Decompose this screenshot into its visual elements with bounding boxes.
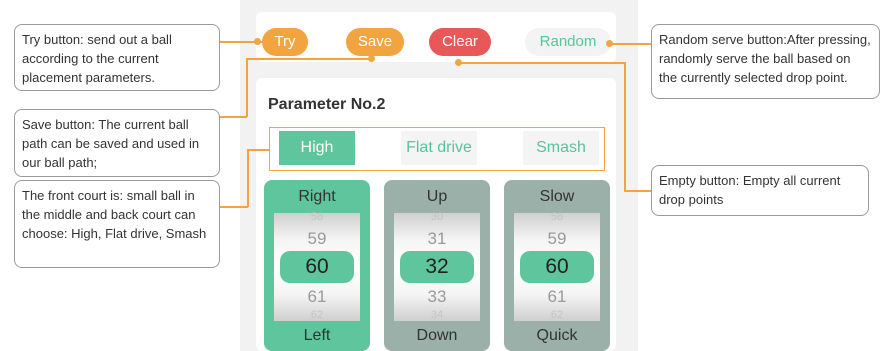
picker-top-label: Slow [539, 188, 575, 205]
picker-value: 33 [427, 287, 447, 306]
connector-dot [455, 59, 462, 66]
callout-save: Save button: The current ball path can b… [14, 109, 220, 177]
connector-dot [368, 55, 375, 62]
picker-selected-value: 60 [280, 251, 354, 283]
connector-court [247, 149, 269, 151]
connector-dot [606, 40, 613, 47]
picker-bottom-label: Down [416, 327, 458, 344]
picker-value: 59 [547, 229, 567, 248]
connector-save [246, 58, 248, 117]
clear-button[interactable]: Clear [429, 28, 491, 56]
picker-top-label: Right [298, 188, 336, 205]
connector-court [247, 149, 249, 207]
picker-value: 62 [550, 309, 564, 321]
picker-value: 31 [427, 229, 447, 248]
picker-value: 61 [307, 287, 327, 306]
connector-dot [254, 38, 261, 45]
picker-top-label: Up [426, 188, 448, 205]
option-flat-drive[interactable]: Flat drive [401, 131, 477, 165]
random-button[interactable]: Random [525, 28, 611, 56]
option-high[interactable]: High [279, 131, 355, 165]
connector-empty [624, 190, 651, 192]
picker-value: 30 [430, 211, 444, 223]
callout-try: Try button: send out a ball according to… [14, 24, 220, 91]
callout-random: Random serve button:After pressing, rand… [651, 24, 880, 99]
picker-bottom-label: Left [303, 327, 331, 344]
parameter-title: Parameter No.2 [268, 96, 386, 113]
connector-save [246, 58, 372, 60]
connector-save [220, 116, 247, 118]
connector-court [220, 206, 248, 208]
picker-wheel[interactable]: 30 31 32 33 34 [394, 211, 480, 321]
connector-empty [459, 62, 625, 64]
picker-value: 61 [547, 287, 567, 306]
picker-value: 62 [310, 309, 324, 321]
picker-horizontal: Right 58 59 60 61 62 Left [264, 180, 370, 351]
callout-court: The front court is: small ball in the mi… [14, 180, 220, 268]
picker-wheel[interactable]: 58 59 60 61 62 [514, 211, 600, 321]
picker-value: 34 [430, 309, 444, 321]
picker-bottom-label: Quick [536, 327, 578, 344]
connector-random [611, 43, 651, 45]
picker-vertical: Up 30 31 32 33 34 Down [384, 180, 490, 351]
picker-wheel[interactable]: 58 59 60 61 62 [274, 211, 360, 321]
save-button[interactable]: Save [346, 28, 404, 56]
picker-selected-value: 32 [400, 251, 474, 283]
picker-value: 58 [310, 211, 324, 223]
picker-selected-value: 60 [520, 251, 594, 283]
picker-speed: Slow 58 59 60 61 62 Quick [504, 180, 610, 351]
connector-empty [624, 62, 626, 191]
picker-value: 58 [550, 211, 564, 223]
picker-value: 59 [307, 229, 327, 248]
callout-empty: Empty button: Empty all current drop poi… [651, 165, 869, 216]
try-button[interactable]: Try [262, 28, 308, 56]
option-smash[interactable]: Smash [523, 131, 599, 165]
